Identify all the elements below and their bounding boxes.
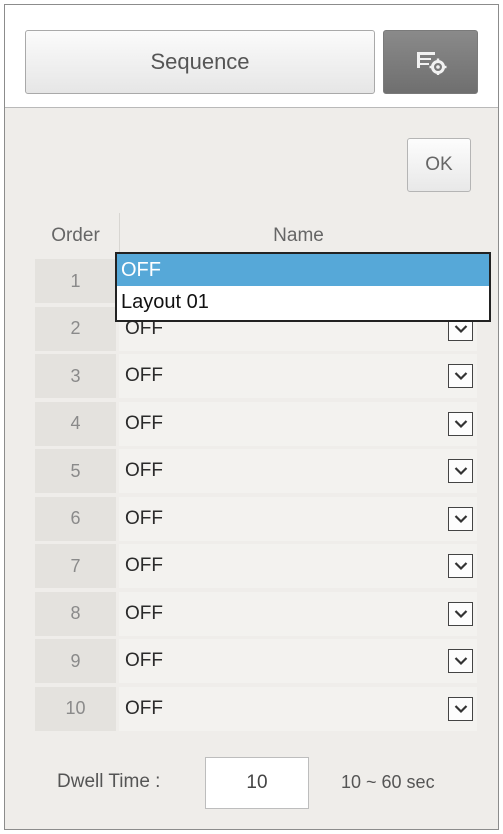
- chevron-down-icon: [454, 657, 467, 666]
- dropdown-button[interactable]: [448, 364, 473, 388]
- name-value: OFF: [125, 650, 163, 671]
- dropdown-button[interactable]: [448, 506, 473, 531]
- chevron-down-icon: [454, 419, 467, 428]
- table-row: 5 OFF: [35, 449, 477, 495]
- order-cell: 5: [35, 449, 116, 493]
- dropdown-button[interactable]: [448, 601, 473, 626]
- order-cell: 4: [35, 401, 116, 446]
- dropdown-button[interactable]: [448, 459, 473, 483]
- order-cell: 1: [35, 259, 116, 303]
- table-row: 3 OFF: [35, 354, 477, 400]
- dropdown-option[interactable]: Layout 01: [117, 286, 489, 318]
- name-value: OFF: [125, 365, 163, 386]
- layout-settings-button[interactable]: [383, 30, 478, 94]
- chevron-down-icon: [454, 609, 467, 618]
- dropdown-button[interactable]: [448, 554, 473, 578]
- layout-settings-icon: [416, 52, 446, 75]
- order-cell: 2: [35, 306, 116, 351]
- name-value: OFF: [125, 555, 163, 576]
- name-select[interactable]: OFF: [119, 591, 477, 636]
- order-cell: 8: [35, 591, 116, 636]
- name-select[interactable]: OFF: [119, 449, 477, 493]
- chevron-down-icon: [454, 372, 467, 381]
- table-row: 7 OFF: [35, 544, 477, 590]
- name-value: OFF: [125, 412, 163, 434]
- name-value: OFF: [125, 697, 163, 719]
- sequence-button[interactable]: Sequence: [25, 30, 375, 94]
- chevron-down-icon: [454, 704, 467, 713]
- table-row: 8 OFF: [35, 591, 477, 638]
- name-select[interactable]: OFF: [119, 639, 477, 683]
- name-select[interactable]: OFF: [119, 401, 477, 446]
- dwell-time-range: 10 ~ 60 sec: [341, 772, 435, 792]
- name-value: OFF: [125, 602, 163, 624]
- dwell-time-label: Dwell Time :: [57, 771, 161, 792]
- name-dropdown-list: OFF Layout 01: [115, 252, 491, 322]
- chevron-down-icon: [454, 562, 467, 571]
- name-select[interactable]: OFF: [119, 686, 477, 731]
- name-value: OFF: [125, 460, 163, 481]
- chevron-down-icon: [454, 324, 467, 333]
- dropdown-button[interactable]: [448, 411, 473, 436]
- order-cell: 6: [35, 496, 116, 541]
- chevron-down-icon: [454, 467, 467, 476]
- ok-button[interactable]: OK: [407, 138, 471, 192]
- sequence-panel: Sequence OK Order Name 1OFF2OFF3OFF4OFF5…: [4, 4, 499, 830]
- table-row: 10 OFF: [35, 686, 477, 733]
- order-cell: 3: [35, 354, 116, 398]
- name-select[interactable]: OFF: [119, 496, 477, 541]
- order-cell: 10: [35, 686, 116, 731]
- top-toolbar: Sequence: [5, 5, 498, 108]
- table-row: 9 OFF: [35, 639, 477, 685]
- chevron-down-icon: [454, 514, 467, 523]
- dwell-time-input[interactable]: [205, 757, 309, 809]
- order-cell: 7: [35, 544, 116, 588]
- table-row: 6 OFF: [35, 496, 477, 543]
- column-header-order: Order: [51, 225, 100, 246]
- name-select[interactable]: OFF: [119, 544, 477, 588]
- name-value: OFF: [125, 507, 163, 529]
- name-select[interactable]: OFF: [119, 354, 477, 398]
- dropdown-button[interactable]: [448, 696, 473, 721]
- dropdown-option[interactable]: OFF: [117, 254, 489, 286]
- dropdown-button[interactable]: [448, 649, 473, 673]
- table-row: 4 OFF: [35, 401, 477, 448]
- order-cell: 9: [35, 639, 116, 683]
